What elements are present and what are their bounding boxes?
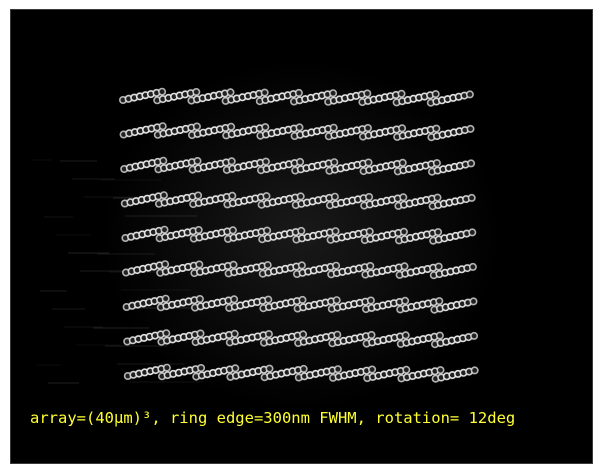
bead [366,296,375,305]
bead [193,157,202,166]
bead [467,159,476,168]
bead [229,260,238,269]
bead [227,122,236,131]
bead [264,330,273,339]
bead [162,363,171,372]
bead [195,260,204,269]
bead [467,193,476,202]
bead [158,87,167,96]
bead [263,226,272,235]
bead [363,124,372,133]
bead [432,159,441,168]
bead [367,330,376,339]
bead [192,122,201,131]
image-caption: array=(40μm)³, ring edge=300nm FWHM, rot… [30,409,516,427]
bead [231,364,240,373]
bead [197,363,206,372]
bead [228,226,237,235]
bead [333,330,342,339]
bead [161,294,170,303]
bead [436,366,445,375]
bead [294,88,303,97]
bead [435,297,444,306]
bead [196,329,205,338]
bead [162,329,171,338]
bead [263,261,272,270]
bead [434,228,443,237]
bead [299,330,308,339]
bead [260,88,269,97]
bead [265,364,274,373]
bead [227,157,236,166]
bead [264,295,273,304]
bead [399,193,408,202]
bead [298,295,307,304]
bead [364,158,373,167]
bead [466,124,475,133]
bead [434,262,443,271]
image-frame: array=(40μm)³, ring edge=300nm FWHM, rot… [10,9,593,464]
bead [465,90,474,99]
bead [435,331,444,340]
bead [470,366,479,375]
bead [299,364,308,373]
bead [230,295,239,304]
particle-array-image [11,10,592,463]
bead [365,193,374,202]
bead [470,331,479,340]
bead [194,226,203,235]
bead [398,158,407,167]
bead [161,260,170,269]
bead [469,297,478,306]
bead [400,262,409,271]
bead [333,365,342,374]
bead [433,193,442,202]
bead [297,226,306,235]
bead [158,122,167,131]
bead [261,123,270,132]
bead [195,294,204,303]
bead [399,227,408,236]
bead [368,365,377,374]
bead [332,296,341,305]
bead [329,123,338,132]
bead [261,157,270,166]
bead [330,158,339,167]
bead [468,262,477,271]
bead [297,261,306,270]
bead [431,90,440,99]
bead [262,192,271,201]
bead [159,191,168,200]
bead [401,331,410,340]
bead [402,365,411,374]
bead [192,88,201,97]
bead [296,157,305,166]
bead [366,262,375,271]
bead [329,89,338,98]
bead [160,225,169,234]
bead [398,124,407,133]
bead [401,296,410,305]
bead [230,329,239,338]
bead [468,228,477,237]
bead [226,88,235,97]
bead [228,191,237,200]
bead [432,124,441,133]
bead [397,89,406,98]
bead [194,191,203,200]
bead [365,227,374,236]
bead [295,123,304,132]
bead [330,192,339,201]
bead [331,227,340,236]
bead [159,156,168,165]
bead [363,89,372,98]
bead [332,261,341,270]
bead [296,192,305,201]
